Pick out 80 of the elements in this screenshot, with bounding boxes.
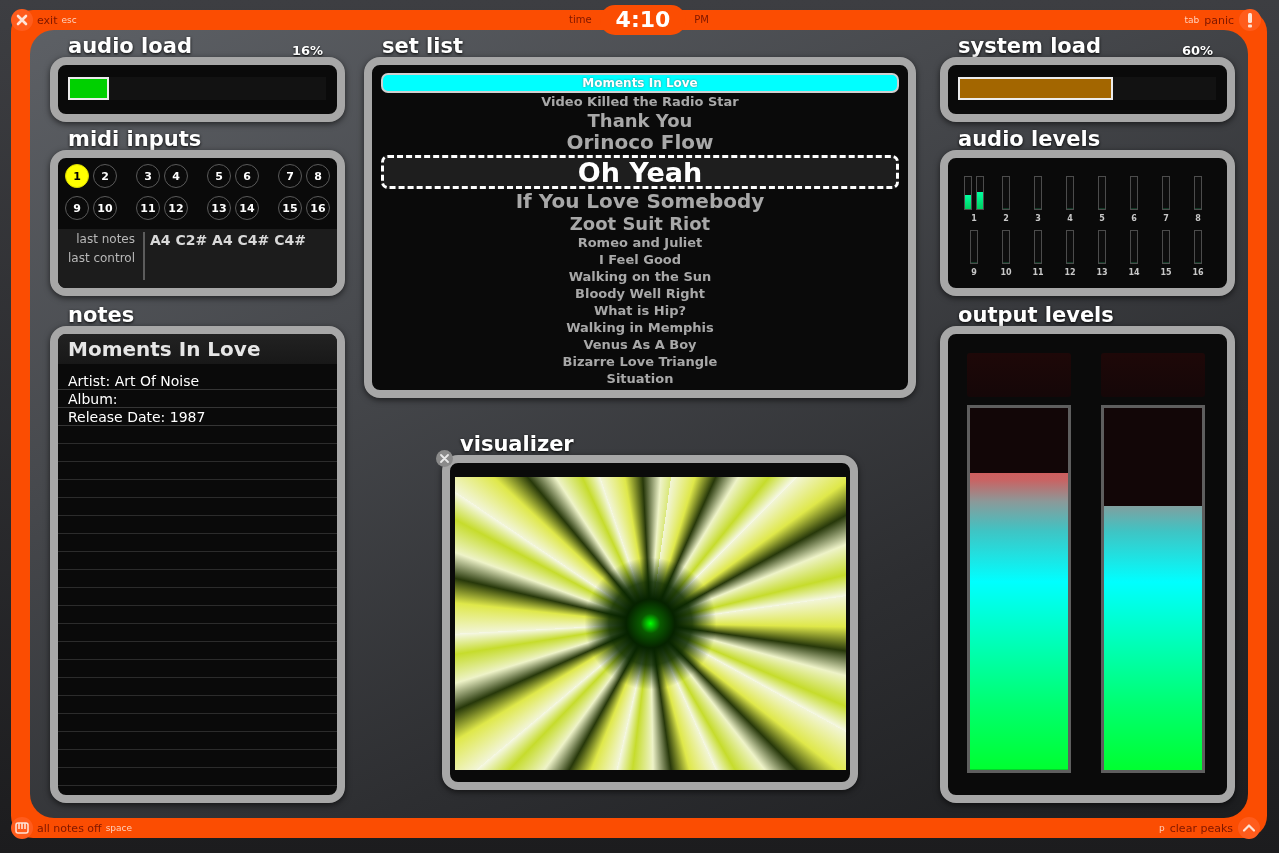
close-icon bbox=[440, 454, 449, 463]
song-item[interactable]: Oh Yeah bbox=[381, 155, 899, 189]
channel-number: 10 bbox=[1000, 267, 1012, 279]
clock-label: time bbox=[569, 15, 592, 25]
channel-indicator: 15 bbox=[278, 196, 302, 220]
song-item[interactable]: Romeo and Juliet bbox=[381, 234, 899, 251]
hotkey-key: space bbox=[105, 823, 133, 833]
exclamation-icon[interactable] bbox=[1239, 9, 1261, 31]
song-item[interactable]: What is Hip? bbox=[381, 302, 899, 319]
channel-number: 11 bbox=[1032, 267, 1044, 279]
channel-number: 1 bbox=[971, 213, 977, 225]
channel-indicator: 11 bbox=[136, 196, 160, 220]
close-button[interactable] bbox=[436, 450, 453, 467]
channel-indicator: 10 bbox=[93, 196, 117, 220]
note-line: Release Date: 1987 bbox=[68, 409, 206, 424]
panel-title: system load bbox=[958, 36, 1101, 57]
song-item[interactable]: Bloody Well Right bbox=[381, 285, 899, 302]
last-notes-label: last notes bbox=[76, 231, 135, 248]
close-icon[interactable] bbox=[11, 9, 33, 31]
song-item[interactable]: I Feel Good bbox=[381, 251, 899, 268]
song-item[interactable]: Video Killed the Radio Star bbox=[381, 93, 899, 110]
channel-indicator: 12 bbox=[164, 196, 188, 220]
channel-indicator: 16 bbox=[306, 196, 330, 220]
channel-number: 5 bbox=[1099, 213, 1105, 225]
panel-title: notes bbox=[68, 305, 135, 326]
channel-indicator: 14 bbox=[235, 196, 259, 220]
channel-indicator: 8 bbox=[306, 164, 330, 188]
hotkey-action: exit bbox=[37, 14, 58, 26]
channel-number: 2 bbox=[1003, 213, 1009, 225]
song-item[interactable]: Walking on the Sun bbox=[381, 268, 899, 285]
panel-title: set list bbox=[382, 36, 464, 57]
channel-number: 3 bbox=[1035, 213, 1041, 225]
load-percentage: 60% bbox=[1181, 44, 1213, 57]
channel-number: 16 bbox=[1192, 267, 1204, 279]
channel-number: 13 bbox=[1096, 267, 1108, 279]
channel-number: 9 bbox=[971, 267, 977, 279]
channel-indicator: 1 bbox=[65, 164, 89, 188]
channel-indicator: 5 bbox=[207, 164, 231, 188]
song-item[interactable]: Thank You bbox=[381, 110, 899, 131]
channel-indicator: 13 bbox=[207, 196, 231, 220]
channel-number: 4 bbox=[1067, 213, 1073, 225]
last-control-label: last control bbox=[67, 250, 135, 267]
channel-indicator: 3 bbox=[136, 164, 160, 188]
hotkey-key: tab bbox=[1184, 15, 1200, 25]
channel-indicator: 6 bbox=[235, 164, 259, 188]
channel-indicator: 9 bbox=[65, 196, 89, 220]
channel-number: 14 bbox=[1128, 267, 1140, 279]
channel-number: 15 bbox=[1160, 267, 1172, 279]
channel-indicator: 7 bbox=[278, 164, 302, 188]
channel-number: 7 bbox=[1163, 213, 1169, 225]
last-notes-value: A4 C2# A4 C4# C4# bbox=[150, 231, 306, 250]
hotkey-action: panic bbox=[1204, 14, 1234, 26]
song-title: Moments In Love bbox=[68, 339, 261, 359]
hotkey-action: clear peaks bbox=[1169, 822, 1233, 834]
panel-title: audio levels bbox=[958, 129, 1101, 150]
song-item[interactable]: Venus As A Boy bbox=[381, 336, 899, 353]
song-item[interactable]: If You Love Somebody bbox=[381, 190, 899, 213]
load-percentage: 16% bbox=[291, 44, 323, 57]
hotkey-key: p bbox=[1159, 823, 1165, 833]
panel-title: midi inputs bbox=[68, 129, 202, 150]
clock-period: PM bbox=[694, 15, 709, 25]
panel-title: audio load bbox=[68, 36, 192, 57]
song-item[interactable]: Orinoco Flow bbox=[381, 131, 899, 154]
hotkey-action: all notes off bbox=[37, 822, 102, 834]
piano-keys-icon[interactable] bbox=[11, 817, 33, 839]
song-item[interactable]: Walking in Memphis bbox=[381, 319, 899, 336]
song-item[interactable]: Situation bbox=[381, 370, 899, 387]
panel-title: visualizer bbox=[460, 434, 574, 455]
panel-title: output levels bbox=[958, 305, 1114, 326]
channel-indicator: 2 bbox=[93, 164, 117, 188]
note-line: Album: bbox=[68, 391, 118, 406]
hotkey-key: esc bbox=[61, 15, 77, 25]
song-item[interactable]: Zoot Suit Riot bbox=[381, 213, 899, 234]
channel-indicator: 4 bbox=[164, 164, 188, 188]
channel-number: 6 bbox=[1131, 213, 1137, 225]
note-line: Artist: Art Of Noise bbox=[68, 373, 200, 388]
caret-up-icon[interactable] bbox=[1238, 817, 1260, 839]
song-item[interactable]: Bizarre Love Triangle bbox=[381, 353, 899, 370]
channel-number: 8 bbox=[1195, 213, 1201, 225]
channel-number: 12 bbox=[1064, 267, 1076, 279]
